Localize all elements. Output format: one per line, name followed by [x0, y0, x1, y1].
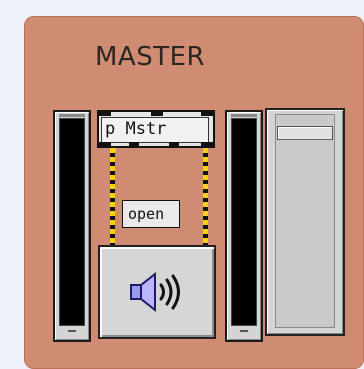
meter-tick [240, 330, 248, 332]
slider-thumb[interactable] [277, 125, 333, 140]
meter-well [59, 118, 85, 326]
inlet-port[interactable] [201, 112, 213, 116]
object-inlets [99, 112, 213, 116]
slider-track [275, 114, 335, 328]
patch-cable-joint [112, 148, 116, 152]
left-level-meter [53, 110, 91, 342]
meter-cap-top [59, 114, 85, 117]
meter-well [231, 118, 257, 326]
speaker-button[interactable] [98, 245, 216, 339]
outlet-port[interactable] [169, 142, 179, 146]
right-level-meter [225, 110, 263, 342]
speaker-icon [130, 271, 180, 313]
inlet-port[interactable] [151, 112, 163, 116]
object-outlets [99, 142, 213, 146]
patch-cable-right[interactable] [203, 148, 208, 246]
subpatcher-object[interactable]: p Mstr [97, 110, 215, 148]
open-message-box[interactable]: open [122, 200, 180, 228]
object-label: p Mstr [101, 117, 209, 143]
inlet-port[interactable] [99, 112, 111, 116]
outlet-port[interactable] [129, 142, 139, 146]
patch-cable-left[interactable] [110, 148, 115, 246]
volume-slider[interactable] [265, 108, 345, 336]
slider-thumb-line [279, 138, 331, 140]
outlet-port[interactable] [99, 142, 111, 146]
panel-title: MASTER [95, 42, 206, 72]
outlet-port[interactable] [201, 142, 213, 146]
meter-tick [68, 330, 76, 332]
meter-cap-top [231, 114, 257, 117]
